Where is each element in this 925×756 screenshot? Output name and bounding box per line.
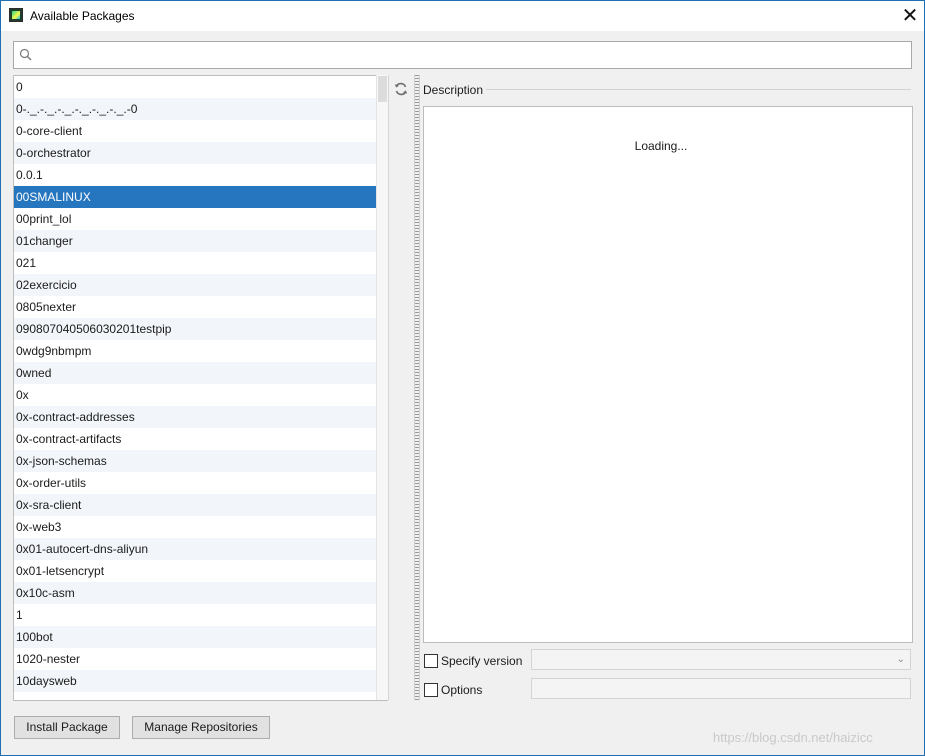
list-toolbar xyxy=(388,75,413,700)
search-icon[interactable] xyxy=(19,48,33,62)
package-list-item[interactable]: 0x xyxy=(14,384,388,406)
package-list-item[interactable]: 0x-contract-addresses xyxy=(14,406,388,428)
title-bar: Available Packages ✕ xyxy=(1,1,924,31)
package-list-item[interactable]: 0805nexter xyxy=(14,296,388,318)
specify-version-label: Specify version xyxy=(441,654,523,668)
package-list-item[interactable]: 0.0.1 xyxy=(14,164,388,186)
options-input[interactable] xyxy=(531,678,911,699)
package-list[interactable]: 0 0-._.-._.-._.-._.-._.-._.-0 0-core-clien… xyxy=(13,75,388,701)
install-package-button[interactable]: Install Package xyxy=(14,716,120,739)
package-list-item[interactable]: 0wned xyxy=(14,362,388,384)
package-list-item[interactable]: 0x01-autocert-dns-aliyun xyxy=(14,538,388,560)
search-field[interactable] xyxy=(13,41,912,69)
package-list-item[interactable]: 0-._.-._.-._.-._.-._.-._.-0 xyxy=(14,98,388,120)
package-list-item[interactable]: 1020-nester xyxy=(14,648,388,670)
scrollbar-thumb[interactable] xyxy=(378,76,387,102)
package-list-item[interactable]: 00print_lol xyxy=(14,208,388,230)
chevron-down-icon: ⌄ xyxy=(896,654,905,665)
package-list-item[interactable]: 0wdg9nbmpm xyxy=(14,340,388,362)
package-list-item[interactable]: 10daysweb xyxy=(14,670,388,692)
package-list-item[interactable]: 090807040506030201testpip xyxy=(14,318,388,340)
options-label: Options xyxy=(441,683,483,697)
panel-splitter[interactable] xyxy=(414,75,420,700)
manage-repositories-button[interactable]: Manage Repositories xyxy=(132,716,270,739)
package-list-item[interactable]: 01changer xyxy=(14,230,388,252)
package-list-item[interactable]: 0x-sra-client xyxy=(14,494,388,516)
version-select[interactable]: ⌄ xyxy=(531,649,911,670)
search-input[interactable] xyxy=(40,45,904,65)
package-list-item[interactable]: 100bot xyxy=(14,626,388,648)
package-list-item[interactable]: 0x-order-utils xyxy=(14,472,388,494)
watermark: https://blog.csdn.net/haizicc xyxy=(713,730,873,745)
package-list-scrollbar[interactable] xyxy=(376,75,388,700)
package-list-item[interactable]: 0-core-client xyxy=(14,120,388,142)
package-list-item[interactable]: 0-orchestrator xyxy=(14,142,388,164)
package-list-item[interactable]: 0x-contract-artifacts xyxy=(14,428,388,450)
description-content: Loading... xyxy=(634,139,688,153)
close-button[interactable]: ✕ xyxy=(897,3,923,29)
description-panel: Loading... xyxy=(423,106,913,643)
specify-version-checkbox[interactable] xyxy=(424,654,438,668)
window-title: Available Packages xyxy=(30,9,135,23)
refresh-icon[interactable] xyxy=(393,81,409,97)
package-list-item[interactable]: 0x01-letsencrypt xyxy=(14,560,388,582)
available-packages-dialog: Available Packages ✕ 0 0-._.-._.-._.-._.-… xyxy=(0,0,925,756)
package-list-item[interactable]: 0x10c-asm xyxy=(14,582,388,604)
package-list-item[interactable]: 0x-json-schemas xyxy=(14,450,388,472)
package-list-item[interactable]: 02exercicio xyxy=(14,274,388,296)
package-list-item[interactable]: 0 xyxy=(14,76,388,98)
package-list-item[interactable]: 00SMALINUX xyxy=(14,186,388,208)
package-list-item[interactable]: 0x-web3 xyxy=(14,516,388,538)
pycharm-app-icon xyxy=(9,8,23,22)
package-list-item[interactable]: 1 xyxy=(14,604,388,626)
package-list-item[interactable]: 021 xyxy=(14,252,388,274)
description-label: Description xyxy=(423,83,484,97)
options-checkbox[interactable] xyxy=(424,683,438,697)
description-divider xyxy=(486,89,911,90)
